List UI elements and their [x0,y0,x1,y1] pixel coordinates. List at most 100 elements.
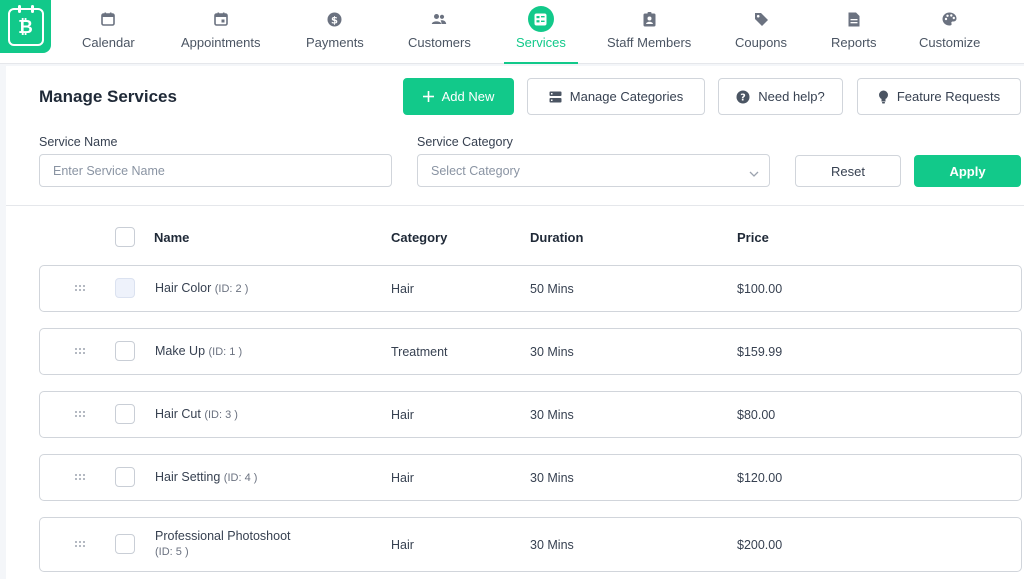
reset-label: Reset [831,163,865,179]
nav-item-staff-members[interactable]: Staff Members [607,0,691,64]
service-name: Hair Setting (ID: 4 ) [155,470,258,484]
list-icon [549,91,562,103]
nav-label: Customize [919,35,981,50]
select-all-checkbox[interactable] [115,227,135,247]
service-name: Hair Color (ID: 2 ) [155,281,249,295]
nav-item-customers[interactable]: Customers [408,0,471,64]
row-checkbox[interactable] [115,341,135,361]
service-duration: 30 Mins [530,471,574,485]
service-name: Hair Cut (ID: 3 ) [155,407,238,421]
add-new-label: Add New [441,89,495,104]
apply-label: Apply [949,163,986,179]
service-duration: 30 Mins [530,408,574,422]
services-icon [527,6,554,32]
drag-handle-icon[interactable] [75,474,85,480]
feature-requests-button[interactable]: Feature Requests [857,78,1021,115]
row-checkbox[interactable] [115,404,135,424]
page-title: Manage Services [39,87,177,106]
service-category: Hair [391,282,414,296]
top-nav: ₿ Calendar Appointments $ Payments Custo… [0,0,1024,64]
dollar-icon: $ [322,6,348,32]
nav-label: Staff Members [607,35,692,50]
service-name: Make Up (ID: 1 ) [155,344,243,358]
service-id: (ID: 2 ) [214,283,249,295]
service-duration: 30 Mins [530,345,574,359]
table-row[interactable]: Make Up (ID: 1 ) Treatment 30 Mins $159.… [39,328,1022,375]
need-help-button[interactable]: ? Need help? [718,78,843,115]
calendar-logo-icon: ₿ [7,4,44,46]
svg-text:$: $ [331,15,338,26]
service-category-value: Select Category [431,163,520,178]
nav-item-coupons[interactable]: Coupons [735,0,787,64]
nav-label: Coupons [735,35,788,50]
service-category: Hair [391,538,414,552]
need-help-label: Need help? [758,89,825,104]
service-price: $159.99 [737,345,783,359]
divider [6,205,1024,206]
tag-icon [748,6,774,32]
nav-item-services[interactable]: Services [504,0,578,64]
column-header-price: Price [737,230,769,245]
drag-handle-icon[interactable] [75,348,85,354]
service-name-input[interactable] [39,154,392,187]
service-price: $100.00 [737,282,783,296]
nav-item-reports[interactable]: Reports [831,0,877,64]
service-category: Treatment [391,345,448,359]
row-checkbox[interactable] [115,534,135,554]
service-id: (ID: 3 ) [204,409,238,421]
plus-icon [422,91,434,102]
service-name: Professional Photoshoot (ID: 5 ) [155,529,291,558]
staff-badge-icon [636,6,662,32]
manage-categories-label: Manage Categories [569,89,684,104]
palette-icon [937,6,963,32]
chevron-down-icon [749,166,759,180]
add-new-button[interactable]: Add New [403,78,514,115]
nav-label: Customers [408,35,471,50]
nav-label: Calendar [82,35,135,50]
nav-label: Appointments [181,35,261,50]
nav-label: Payments [306,35,364,50]
table-row[interactable]: Hair Color (ID: 2 ) Hair 50 Mins $100.00 [39,265,1022,312]
service-category-select[interactable]: Select Category [417,154,770,187]
nav-label: Services [516,35,566,50]
service-price: $120.00 [737,471,783,485]
nav-item-appointments[interactable]: Appointments [181,0,261,64]
manage-categories-button[interactable]: Manage Categories [527,78,705,115]
service-price: $80.00 [737,408,776,422]
reset-button[interactable]: Reset [795,155,901,187]
drag-handle-icon[interactable] [75,285,85,291]
service-id: (ID: 5 ) [155,546,189,558]
drag-handle-icon[interactable] [75,541,85,547]
service-duration: 30 Mins [530,538,574,552]
apply-button[interactable]: Apply [914,155,1021,187]
table-row[interactable]: Professional Photoshoot (ID: 5 ) Hair 30 … [39,517,1022,572]
nav-item-customize[interactable]: Customize [919,0,980,64]
drag-handle-icon[interactable] [75,411,85,417]
nav-item-calendar[interactable]: Calendar [82,0,135,64]
column-header-duration: Duration [530,230,584,245]
service-category: Hair [391,471,414,485]
service-category-label: Service Category [417,135,513,149]
calendar-icon [95,6,121,32]
service-duration: 50 Mins [530,282,574,296]
active-tab-indicator [504,62,578,64]
row-checkbox[interactable] [115,278,135,298]
column-header-category: Category [391,230,448,245]
users-icon [426,6,452,32]
row-checkbox[interactable] [115,467,135,487]
app-logo[interactable]: ₿ [0,0,51,53]
service-id: (ID: 1 ) [208,346,243,358]
table-row[interactable]: Hair Cut (ID: 3 ) Hair 30 Mins $80.00 [39,391,1022,438]
help-icon: ? [736,90,750,104]
service-id: (ID: 4 ) [223,472,258,484]
services-panel: Manage Services Add New Manage Categorie… [6,66,1024,579]
feature-requests-label: Feature Requests [896,89,1001,104]
report-icon [841,6,867,32]
service-name-label: Service Name [39,135,118,149]
calendar-check-icon [208,6,234,32]
table-row[interactable]: Hair Setting (ID: 4 ) Hair 30 Mins $120.… [39,454,1022,501]
service-price: $200.00 [737,538,783,552]
svg-text:?: ? [740,92,746,103]
nav-item-payments[interactable]: $ Payments [306,0,364,64]
nav-label: Reports [831,35,877,50]
